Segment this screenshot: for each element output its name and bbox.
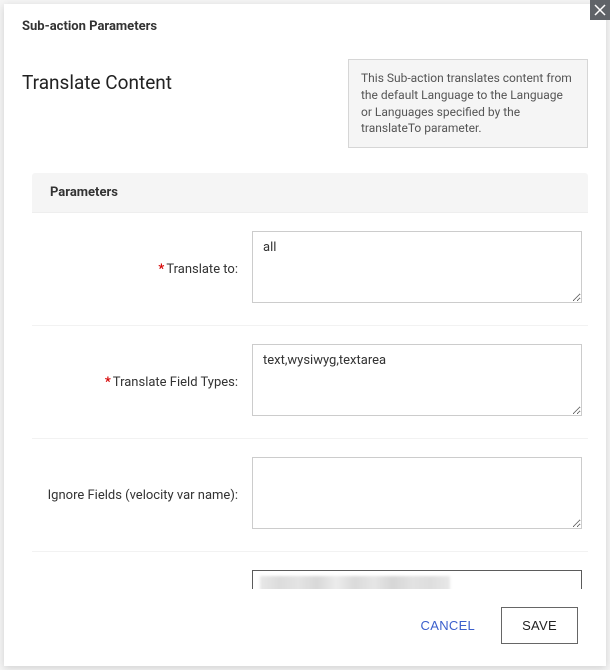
save-button[interactable]: SAVE [501, 607, 578, 644]
input-translate-field-types[interactable] [252, 344, 582, 416]
label-service-api-key: Service API Key: [32, 570, 252, 589]
label-text-translate-field-types: Translate Field Types: [113, 375, 238, 390]
input-service-api-key[interactable] [252, 570, 582, 589]
description-box: This Sub-action translates content from … [348, 59, 588, 148]
input-ignore-fields[interactable] [252, 457, 582, 529]
modal-dialog: Sub-action Parameters Translate Content … [4, 4, 606, 666]
modal-footer: CANCEL SAVE [4, 589, 606, 666]
label-translate-field-types: *Translate Field Types: [32, 344, 252, 414]
modal-title: Sub-action Parameters [22, 19, 157, 34]
label-text-ignore-fields: Ignore Fields (velocity var name): [48, 488, 238, 503]
modal-body: Translate Content This Sub-action transl… [4, 49, 606, 589]
close-button[interactable] [590, 0, 610, 20]
form-row-translate-to: *Translate to: [32, 213, 588, 326]
form-row-service-api-key: Service API Key: [32, 552, 588, 589]
label-text-translate-to: Translate to: [166, 262, 238, 277]
form-row-translate-field-types: *Translate Field Types: [32, 326, 588, 439]
top-row: Translate Content This Sub-action transl… [22, 59, 588, 148]
modal-header: Sub-action Parameters [4, 4, 606, 49]
cancel-button[interactable]: CANCEL [415, 610, 482, 641]
label-ignore-fields: Ignore Fields (velocity var name): [32, 457, 252, 527]
parameters-section: Parameters *Translate to: *Translate Fie… [32, 173, 588, 589]
form-row-ignore-fields: Ignore Fields (velocity var name): [32, 439, 588, 552]
parameters-section-header: Parameters [32, 173, 588, 212]
required-star: * [105, 375, 111, 390]
input-translate-to[interactable] [252, 231, 582, 303]
required-star: * [158, 262, 164, 277]
close-icon [594, 4, 606, 16]
page-title: Translate Content [22, 59, 172, 94]
label-translate-to: *Translate to: [32, 231, 252, 301]
